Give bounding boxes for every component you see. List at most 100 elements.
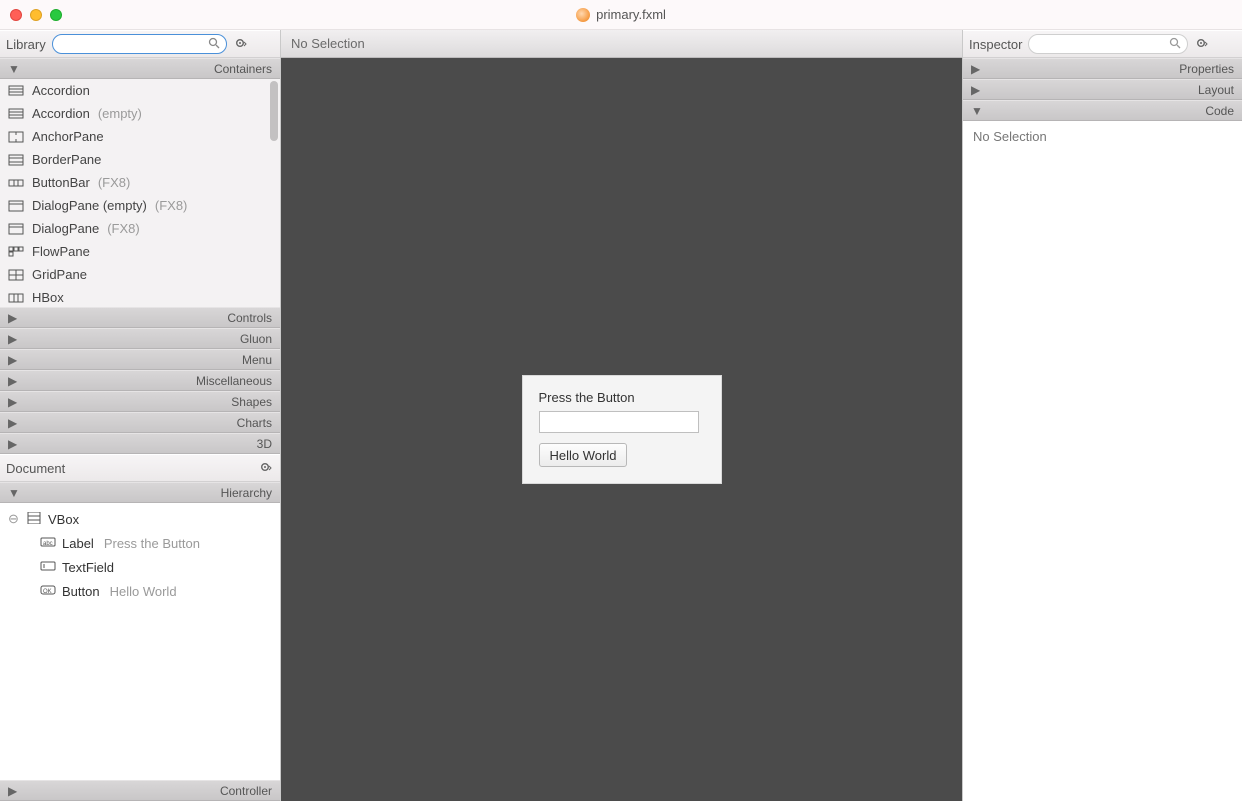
- stack-icon: [8, 84, 24, 98]
- stack-icon: [8, 107, 24, 121]
- library-item-sub: (FX8): [98, 175, 131, 190]
- inspector-search[interactable]: [1028, 34, 1188, 54]
- library-item-gridpane[interactable]: GridPane: [0, 263, 280, 286]
- preview-label[interactable]: Press the Button: [539, 390, 705, 405]
- library-section-controls[interactable]: ▶ Controls: [0, 307, 280, 328]
- library-section-charts[interactable]: ▶ Charts: [0, 412, 280, 433]
- preview-textfield[interactable]: [539, 411, 699, 433]
- library-item-dialogpane[interactable]: DialogPane (FX8): [0, 217, 280, 240]
- library-section-label: Controls: [20, 311, 272, 325]
- library-section-menu[interactable]: ▶ Menu: [0, 349, 280, 370]
- document-section-controller[interactable]: ▶ Controller: [0, 780, 280, 801]
- inspector-body-text: No Selection: [973, 129, 1047, 144]
- svg-text:abc: abc: [43, 541, 53, 547]
- document-menu-button[interactable]: [258, 460, 274, 476]
- hierarchy-node-text: Hello World: [110, 584, 177, 599]
- document-section-hierarchy[interactable]: ▼ Hierarchy: [0, 482, 280, 503]
- inspector-menu-button[interactable]: [1194, 36, 1210, 52]
- chevron-down-icon: ▼: [8, 486, 20, 500]
- left-column: Library ▼ Containers Accordion: [0, 30, 281, 801]
- minimize-window-button[interactable]: [30, 9, 42, 21]
- inspector-section-layout[interactable]: ▶ Layout: [963, 79, 1242, 100]
- chevron-right-icon: ▶: [971, 62, 983, 76]
- document-section-label: Controller: [20, 784, 272, 798]
- buttonbar-icon: [8, 176, 24, 190]
- chevron-right-icon: ▶: [8, 395, 20, 409]
- library-section-miscellaneous[interactable]: ▶ Miscellaneous: [0, 370, 280, 391]
- library-item-label: FlowPane: [32, 244, 90, 259]
- chevron-right-icon: ▶: [8, 332, 20, 346]
- library-item-label: BorderPane: [32, 152, 101, 167]
- zoom-window-button[interactable]: [50, 9, 62, 21]
- inspector-title: Inspector: [969, 37, 1022, 52]
- hierarchy-node-vbox[interactable]: ⊖ VBox: [0, 507, 280, 531]
- hierarchy-node-type: Button: [62, 584, 100, 599]
- library-item-label: HBox: [32, 290, 64, 305]
- hierarchy-node-type: TextField: [62, 560, 114, 575]
- library-item-hbox[interactable]: HBox: [0, 286, 280, 307]
- library-item-sub: (FX8): [107, 221, 140, 236]
- hierarchy-node-type: Label: [62, 536, 94, 551]
- library-item-anchorpane[interactable]: AnchorPane: [0, 125, 280, 148]
- library-section-shapes[interactable]: ▶ Shapes: [0, 391, 280, 412]
- vbox-icon: [26, 512, 42, 526]
- inspector-search-input[interactable]: [1037, 37, 1171, 51]
- chevron-right-icon: ▶: [8, 437, 20, 451]
- hierarchy-node-label-child[interactable]: abc Label Press the Button: [0, 531, 280, 555]
- library-section-3d[interactable]: ▶ 3D: [0, 433, 280, 454]
- hierarchy-node-label: VBox: [48, 512, 79, 527]
- library-search-input[interactable]: [61, 37, 210, 51]
- library-menu-button[interactable]: [233, 36, 249, 52]
- library-item-flowpane[interactable]: FlowPane: [0, 240, 280, 263]
- library-section-label: Charts: [20, 416, 272, 430]
- window-title: primary.fxml: [0, 7, 1242, 22]
- search-icon: [1169, 37, 1181, 52]
- chevron-right-icon: ▶: [8, 416, 20, 430]
- inspector-panel-header: Inspector: [963, 30, 1242, 58]
- hierarchy-node-text: Press the Button: [104, 536, 200, 551]
- document-section-label: Hierarchy: [20, 486, 272, 500]
- library-section-label: Shapes: [20, 395, 272, 409]
- search-icon: [208, 37, 220, 52]
- inspector-section-code[interactable]: ▼ Code: [963, 100, 1242, 121]
- chevron-right-icon: ▶: [971, 83, 983, 97]
- hierarchy-node-button[interactable]: OK Button Hello World: [0, 579, 280, 603]
- library-title: Library: [6, 37, 46, 52]
- library-section-containers[interactable]: ▼ Containers: [0, 58, 280, 79]
- label-icon: abc: [40, 536, 56, 550]
- scrollbar-thumb[interactable]: [270, 81, 278, 141]
- library-section-gluon[interactable]: ▶ Gluon: [0, 328, 280, 349]
- window-title-text: primary.fxml: [596, 7, 666, 22]
- inspector-body: No Selection: [963, 121, 1242, 801]
- design-canvas[interactable]: Press the Button Hello World: [281, 58, 962, 801]
- flow-icon: [8, 245, 24, 259]
- selection-status: No Selection: [291, 36, 365, 51]
- library-item-borderpane[interactable]: BorderPane: [0, 148, 280, 171]
- library-section-label: Miscellaneous: [20, 374, 272, 388]
- hierarchy-node-textfield[interactable]: TextField: [0, 555, 280, 579]
- preview-button[interactable]: Hello World: [539, 443, 628, 467]
- library-panel-header: Library: [0, 30, 280, 58]
- library-item-label: GridPane: [32, 267, 87, 282]
- preview-vbox[interactable]: Press the Button Hello World: [522, 375, 722, 484]
- library-search[interactable]: [52, 34, 227, 54]
- library-item-label: DialogPane (empty): [32, 198, 147, 213]
- library-item-buttonbar[interactable]: ButtonBar (FX8): [0, 171, 280, 194]
- library-containers-list: Accordion Accordion (empty) AnchorPane B…: [0, 79, 280, 307]
- library-section-label: 3D: [20, 437, 272, 451]
- library-item-accordion[interactable]: Accordion: [0, 79, 280, 102]
- library-item-label: DialogPane: [32, 221, 99, 236]
- library-item-dialogpane-empty[interactable]: DialogPane (empty) (FX8): [0, 194, 280, 217]
- chevron-right-icon: ▶: [8, 374, 20, 388]
- close-window-button[interactable]: [10, 9, 22, 21]
- library-item-label: Accordion: [32, 106, 90, 121]
- inspector-section-label: Code: [983, 104, 1234, 118]
- hierarchy-tree: ⊖ VBox abc Label Press the Button TextFi…: [0, 503, 280, 780]
- textfield-icon: [40, 560, 56, 574]
- collapse-icon[interactable]: ⊖: [8, 511, 20, 527]
- library-section-label: Containers: [20, 62, 272, 76]
- inspector-section-properties[interactable]: ▶ Properties: [963, 58, 1242, 79]
- library-item-accordion-empty[interactable]: Accordion (empty): [0, 102, 280, 125]
- library-item-sub: (empty): [98, 106, 142, 121]
- document-panel-header: Document: [0, 454, 280, 482]
